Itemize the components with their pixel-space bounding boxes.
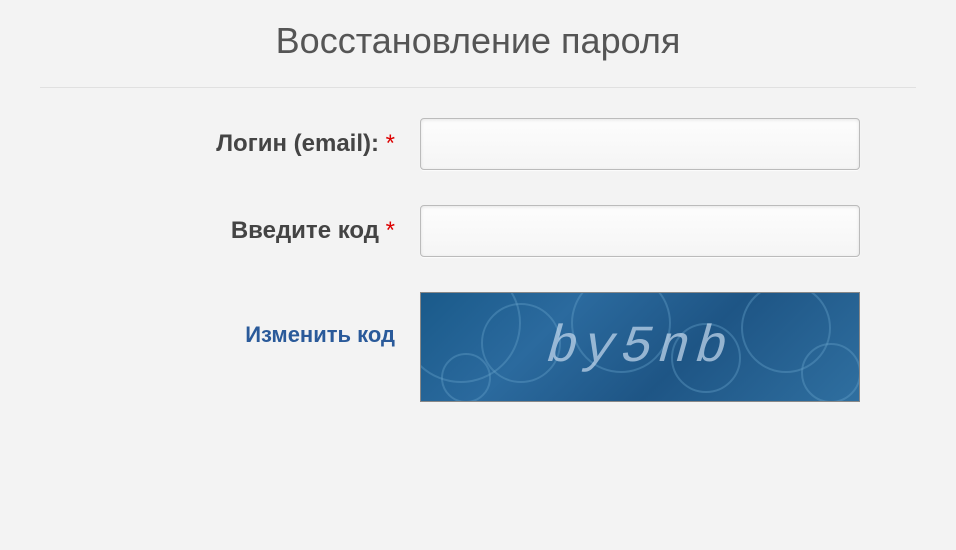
- code-row: Введите код *: [40, 205, 916, 257]
- captcha-row: Изменить код by5nb: [40, 292, 916, 402]
- code-input[interactable]: [420, 205, 860, 257]
- login-label-text: Логин (email):: [216, 130, 385, 157]
- code-label-text: Введите код: [231, 217, 386, 244]
- captcha-decoration: [801, 343, 860, 402]
- captcha-decoration: [441, 353, 491, 402]
- page-title: Восстановление пароля: [40, 20, 916, 88]
- required-asterisk: *: [386, 217, 395, 244]
- captcha-text: by5nb: [544, 318, 735, 377]
- change-code-link[interactable]: Изменить код: [40, 292, 420, 348]
- code-label: Введите код *: [40, 217, 420, 245]
- required-asterisk: *: [386, 130, 395, 157]
- login-row: Логин (email): *: [40, 118, 916, 170]
- login-input[interactable]: [420, 118, 860, 170]
- captcha-image: by5nb: [420, 292, 860, 402]
- login-label: Логин (email): *: [40, 130, 420, 158]
